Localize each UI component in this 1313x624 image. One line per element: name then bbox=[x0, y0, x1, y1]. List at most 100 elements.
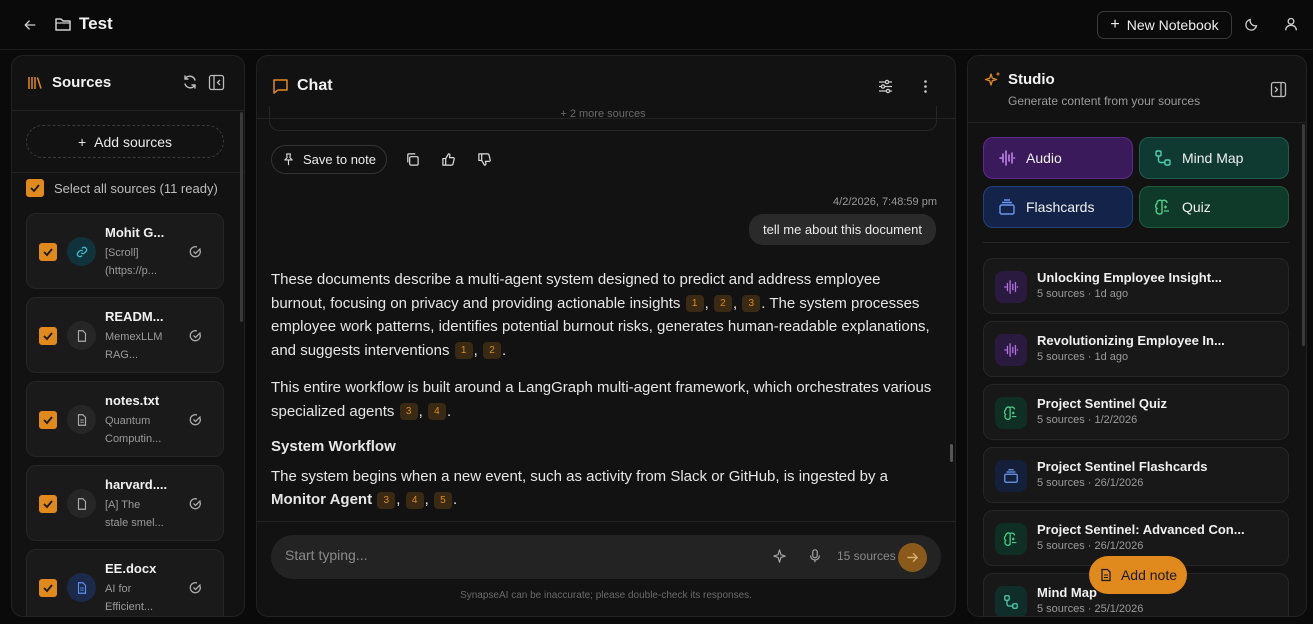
note-meta: 5 sources · 1d ago bbox=[1037, 351, 1129, 363]
citation-badge[interactable]: 3 bbox=[742, 295, 761, 313]
divider bbox=[12, 172, 244, 173]
answer-paragraph: This entire workflow is built around a L… bbox=[271, 379, 932, 421]
citation-badge[interactable]: 1 bbox=[454, 342, 473, 360]
thumbs-down-icon[interactable] bbox=[473, 149, 495, 171]
note-title: Mind Map bbox=[1037, 585, 1097, 600]
audio-tool-button[interactable]: Audio bbox=[983, 137, 1133, 179]
notebook-title: Test bbox=[79, 14, 113, 33]
divider bbox=[257, 521, 955, 522]
source-name: harvard.... bbox=[105, 477, 168, 492]
checkbox-checked-icon[interactable] bbox=[26, 179, 44, 197]
refresh-icon[interactable] bbox=[182, 74, 198, 90]
citation-badge[interactable]: 2 bbox=[482, 342, 501, 360]
checkbox-checked-icon[interactable] bbox=[39, 411, 57, 429]
save-to-note-button[interactable]: Save to note bbox=[271, 145, 387, 174]
source-card[interactable]: EE.docx AI for Efficient... bbox=[26, 549, 224, 616]
collapse-panel-icon[interactable] bbox=[1270, 81, 1287, 98]
sources-header: Sources bbox=[12, 56, 244, 111]
source-name: Mohit G... bbox=[105, 225, 165, 240]
source-card[interactable]: Mohit G... [Scroll] (https://p... bbox=[26, 213, 224, 289]
add-note-label: Add note bbox=[1120, 567, 1178, 583]
studio-note-item[interactable]: Project Sentinel Flashcards 5 sources · … bbox=[983, 447, 1289, 503]
assistant-answer: These documents describe a multi-agent s… bbox=[271, 268, 936, 526]
answer-heading: System Workflow bbox=[271, 438, 396, 455]
new-notebook-label: New Notebook bbox=[1126, 17, 1219, 33]
note-icon bbox=[1101, 568, 1111, 582]
sources-panel: Sources + Add sources Select all sources… bbox=[11, 55, 245, 617]
note-title: Unlocking Employee Insight... bbox=[1037, 270, 1222, 285]
status-check-icon bbox=[189, 413, 202, 426]
chat-panel: Chat + 2 more sources Save to note 4/2/2… bbox=[256, 55, 956, 617]
chat-input[interactable] bbox=[285, 547, 745, 563]
citation-badge[interactable]: 2 bbox=[713, 295, 732, 313]
add-sources-label: Add sources bbox=[94, 133, 172, 150]
scrollbar[interactable] bbox=[240, 112, 243, 322]
source-desc: AI for Efficient... bbox=[105, 583, 154, 613]
checkbox-checked-icon[interactable] bbox=[39, 495, 57, 513]
add-sources-button[interactable]: + Add sources bbox=[26, 125, 224, 158]
scrollbar[interactable] bbox=[950, 444, 953, 462]
checkbox-checked-icon[interactable] bbox=[39, 243, 57, 261]
flashcards-icon bbox=[995, 460, 1027, 492]
checkbox-checked-icon[interactable] bbox=[39, 327, 57, 345]
quiz-brain-icon bbox=[995, 397, 1027, 429]
doc-icon bbox=[67, 573, 96, 602]
flashcards-tool-button[interactable]: Flashcards bbox=[983, 186, 1133, 228]
flashcards-icon bbox=[999, 199, 1015, 215]
quiz-tool-button[interactable]: Quiz bbox=[1139, 186, 1289, 228]
source-desc: [Scroll] (https://p... bbox=[105, 247, 157, 277]
mind-map-icon bbox=[1155, 150, 1171, 166]
checkbox-checked-icon[interactable] bbox=[39, 579, 57, 597]
copy-icon[interactable] bbox=[401, 149, 423, 171]
waveform-icon bbox=[995, 334, 1027, 366]
moon-icon[interactable] bbox=[1244, 16, 1262, 34]
chat-bubble-icon bbox=[272, 78, 289, 95]
citation-badge[interactable]: 4 bbox=[405, 491, 424, 509]
citation-badge[interactable]: 3 bbox=[377, 491, 396, 509]
citation-badge[interactable]: 5 bbox=[433, 491, 452, 509]
studio-note-item[interactable]: Revolutionizing Employee In... 5 sources… bbox=[983, 321, 1289, 377]
save-to-note-label: Save to note bbox=[303, 152, 376, 167]
user-message-bubble: tell me about this document bbox=[749, 214, 936, 245]
waveform-icon bbox=[995, 271, 1027, 303]
mind-map-tool-button[interactable]: Mind Map bbox=[1139, 137, 1289, 179]
scrollbar[interactable] bbox=[1302, 124, 1305, 346]
user-icon[interactable] bbox=[1283, 16, 1301, 34]
studio-note-item[interactable]: Project Sentinel Quiz 5 sources · 1/2/20… bbox=[983, 384, 1289, 440]
back-arrow-icon[interactable] bbox=[20, 15, 40, 35]
source-name: READM... bbox=[105, 309, 164, 324]
citation-badge[interactable]: 3 bbox=[399, 403, 418, 421]
link-icon bbox=[67, 237, 96, 266]
new-notebook-button[interactable]: + New Notebook bbox=[1097, 11, 1232, 39]
waveform-icon bbox=[999, 150, 1016, 166]
top-bar: Test + New Notebook bbox=[0, 0, 1313, 50]
source-desc: Quantum Computin... bbox=[105, 415, 162, 445]
source-card[interactable]: harvard.... [A] The stale smel... bbox=[26, 465, 224, 541]
citation-badge[interactable]: 1 bbox=[685, 295, 704, 313]
collapse-panel-icon[interactable] bbox=[208, 74, 225, 91]
microphone-icon[interactable] bbox=[807, 548, 825, 566]
note-meta: 5 sources · 25/1/2026 bbox=[1037, 603, 1144, 615]
plus-icon: + bbox=[77, 133, 87, 150]
note-title: Project Sentinel Flashcards bbox=[1037, 459, 1208, 474]
source-card[interactable]: notes.txt Quantum Computin... bbox=[26, 381, 224, 457]
citation-badge[interactable]: 4 bbox=[427, 403, 446, 421]
sparkle-icon[interactable] bbox=[771, 548, 789, 566]
chat-title: Chat bbox=[297, 77, 333, 94]
note-meta: 5 sources · 26/1/2026 bbox=[1037, 477, 1144, 489]
studio-note-item[interactable]: Unlocking Employee Insight... 5 sources … bbox=[983, 258, 1289, 314]
source-card[interactable]: READM... MemexLLM RAG... bbox=[26, 297, 224, 373]
file-icon bbox=[67, 489, 96, 518]
more-sources-indicator[interactable]: + 2 more sources bbox=[269, 106, 937, 131]
thumbs-up-icon[interactable] bbox=[437, 149, 459, 171]
chat-composer: 15 sources bbox=[271, 535, 941, 579]
note-title: Project Sentinel Quiz bbox=[1037, 396, 1168, 411]
note-title: Revolutionizing Employee In... bbox=[1037, 333, 1225, 348]
send-button[interactable] bbox=[898, 543, 927, 572]
more-vertical-icon[interactable] bbox=[917, 78, 934, 95]
select-all-sources[interactable]: Select all sources (11 ready) bbox=[26, 179, 218, 197]
settings-sliders-icon[interactable] bbox=[877, 78, 894, 95]
add-note-button[interactable]: Add note bbox=[1089, 556, 1187, 594]
answer-paragraph: The system begins when a new event, such… bbox=[271, 467, 888, 509]
source-name: notes.txt bbox=[105, 393, 160, 408]
